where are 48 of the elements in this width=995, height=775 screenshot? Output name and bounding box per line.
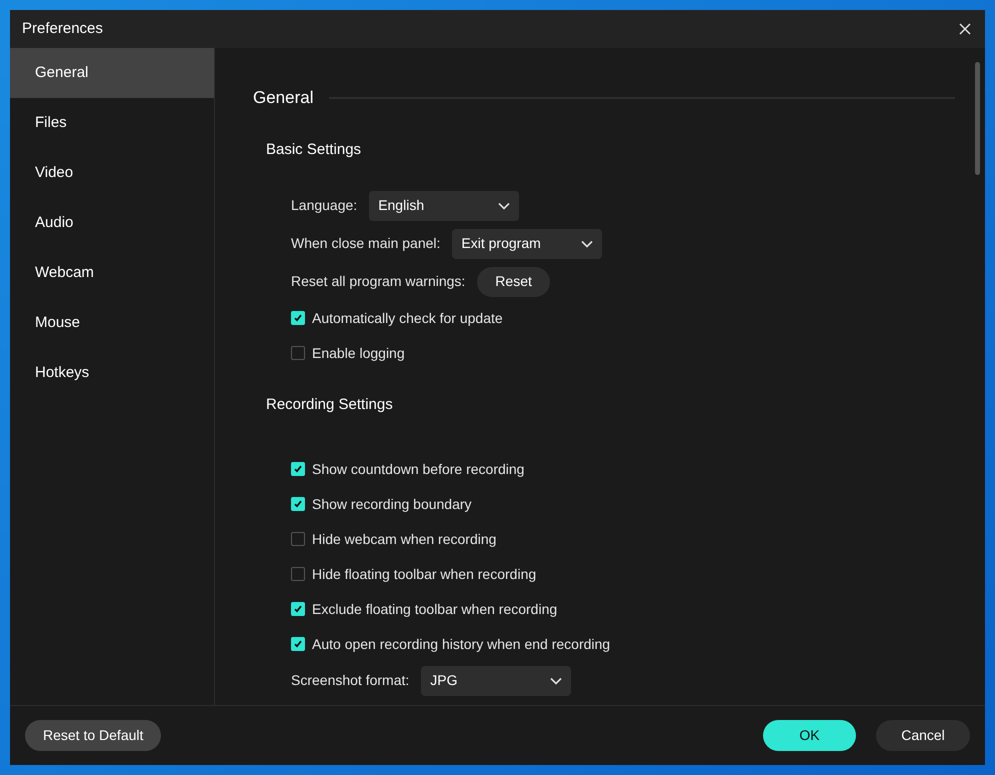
checkbox-label: Show recording boundary [312, 494, 472, 514]
checkbox[interactable] [291, 497, 305, 511]
ok-button[interactable]: OK [763, 720, 856, 751]
chevron-down-icon [498, 202, 510, 210]
checkbox-label: Hide webcam when recording [312, 530, 496, 549]
setting-label: Reset all program warnings: [291, 272, 466, 291]
dropdown[interactable]: English [369, 190, 520, 220]
checkmark-icon [293, 604, 303, 614]
section-title: Basic Settings [266, 140, 362, 158]
checkbox[interactable] [291, 311, 305, 325]
chevron-down-icon [581, 240, 594, 248]
sidebar-item[interactable]: Audio [10, 198, 214, 248]
close-icon [959, 23, 971, 35]
cancel-button[interactable]: Cancel [876, 720, 970, 751]
checkbox-label: Show countdown before recording [312, 460, 524, 479]
reset-button[interactable]: Reset [477, 266, 550, 296]
checkbox[interactable] [291, 462, 305, 476]
sidebar-item[interactable]: General [10, 48, 214, 98]
reset-to-default-button[interactable]: Reset to Default [25, 720, 162, 751]
sidebar-item[interactable]: Mouse [10, 298, 214, 348]
sidebar-item[interactable]: Files [10, 98, 214, 148]
dropdown[interactable]: Exit program [452, 228, 602, 258]
checkbox-label: Exclude floating toolbar when recording [312, 600, 558, 619]
scrollbar-thumb[interactable] [975, 62, 980, 175]
checkbox-label: Auto open recording history when end recording [312, 634, 610, 654]
checkbox[interactable] [291, 637, 305, 651]
chevron-down-icon [550, 676, 562, 684]
window-title: Preferences [22, 18, 103, 39]
setting-label: Screenshot format: [291, 671, 410, 690]
checkbox-label: Automatically check for update [312, 308, 503, 328]
dropdown[interactable]: JPG [421, 666, 572, 696]
checkmark-icon [293, 313, 303, 323]
checkmark-icon [293, 499, 303, 509]
checkmark-icon [293, 464, 303, 474]
setting-label: Language: [291, 196, 358, 215]
setting-label: When close main panel: [291, 234, 440, 253]
section-title: Recording Settings [266, 396, 393, 412]
checkbox[interactable] [291, 532, 305, 546]
checkbox-label: Hide floating toolbar when recording [312, 564, 536, 584]
page-heading: General [253, 87, 314, 109]
checkbox[interactable] [291, 602, 305, 616]
sidebar-item[interactable]: Video [10, 148, 214, 198]
sidebar-item[interactable]: Hotkeys [10, 348, 214, 398]
checkmark-icon [293, 639, 303, 649]
checkbox-label: Enable logging [312, 344, 405, 363]
sidebar-item[interactable]: Webcam [10, 248, 214, 298]
checkbox[interactable] [291, 567, 305, 581]
checkbox[interactable] [291, 346, 305, 360]
